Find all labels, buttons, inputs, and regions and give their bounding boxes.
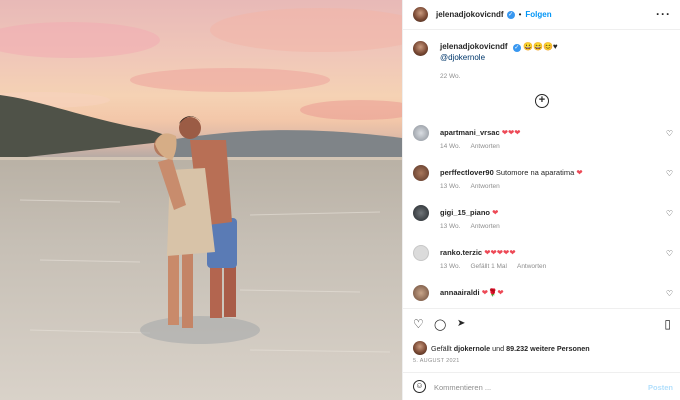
- verified-badge-icon: ✓: [506, 10, 515, 19]
- comment-time[interactable]: 13 Wo.: [440, 183, 460, 190]
- reply-button[interactable]: Antworten: [470, 143, 499, 150]
- likes-prefix: Gefällt: [431, 343, 452, 353]
- post-date[interactable]: 5. AUGUST 2021: [413, 358, 460, 364]
- post-caption: jelenadjokovicndf ✓ 😀😄😊♥ @djokernole: [413, 41, 558, 63]
- comment-like-icon[interactable]: ♡: [666, 169, 673, 178]
- follow-button[interactable]: Folgen: [525, 10, 551, 19]
- comment-like-icon[interactable]: ♡: [666, 129, 673, 138]
- author-avatar[interactable]: [413, 7, 428, 22]
- commenter-avatar[interactable]: [413, 285, 429, 301]
- comment-hearts: ❤❤❤: [501, 128, 521, 137]
- commenter-avatar[interactable]: [413, 165, 429, 181]
- comment-time[interactable]: 13 Wo.: [440, 263, 460, 270]
- comment-time[interactable]: 14 Wo.: [440, 143, 460, 150]
- comment-hearts: ❤🌹❤: [481, 288, 504, 297]
- comment-username[interactable]: perffectlover90: [440, 168, 494, 177]
- reply-button[interactable]: Antworten: [470, 183, 499, 190]
- commenter-avatar[interactable]: [413, 245, 429, 261]
- comment-like-icon[interactable]: ♡: [666, 289, 673, 298]
- comment-hearts: ❤: [576, 168, 583, 177]
- comment-hearts: ❤❤❤❤❤: [484, 248, 516, 257]
- comment-hearts: ❤: [492, 208, 499, 217]
- author-username[interactable]: jelenadjokovicndf: [436, 10, 504, 19]
- caption-time[interactable]: 22 Wo.: [440, 73, 460, 80]
- caption-emojis: 😀😄😊♥: [523, 42, 558, 51]
- caption-mention-link[interactable]: @djokernole: [440, 53, 485, 62]
- likes-middle: und: [492, 343, 505, 353]
- comment-item: gigi_15_piano ❤ 13 Wo. Antworten ♡: [413, 205, 675, 241]
- more-options-icon[interactable]: ···: [656, 7, 671, 21]
- caption-avatar[interactable]: [413, 41, 428, 56]
- beach-couple-photo: [0, 8, 402, 400]
- liker-avatar[interactable]: [413, 341, 427, 355]
- share-icon[interactable]: ➤: [457, 318, 465, 329]
- separator-dot: •: [518, 10, 522, 19]
- likes-count-link[interactable]: 89.232 weitere Personen: [506, 344, 590, 353]
- post-header: jelenadjokovicndf ✓ • Folgen ···: [403, 0, 680, 30]
- post-comment-button[interactable]: Posten: [648, 383, 673, 392]
- caption-verified-icon: ✓: [512, 44, 521, 52]
- comment-username[interactable]: gigi_15_piano: [440, 208, 490, 217]
- comment-item: perffectlover90 Sutomore na aparatima ❤ …: [413, 165, 675, 201]
- caption-username[interactable]: jelenadjokovicndf: [440, 42, 508, 51]
- comment-username[interactable]: ranko.terzic: [440, 248, 482, 257]
- post-actions: ♡ ◯ ➤ ▯ Gefällt djokernole und 89.232 we…: [403, 308, 680, 370]
- comment-item: ranko.terzic ❤❤❤❤❤ 13 Wo. Gefällt 1 Mal An…: [413, 245, 675, 281]
- post-side-panel: jelenadjokovicndf ✓ • Folgen ··· jelenad…: [402, 0, 680, 400]
- comment-username[interactable]: annaairaldi: [440, 288, 480, 297]
- comment-icon[interactable]: ◯: [434, 318, 446, 331]
- post-photo[interactable]: [0, 0, 402, 400]
- comment-item: apartmani_vrsac ❤❤❤ 14 Wo. Antworten ♡: [413, 125, 675, 161]
- comment-input[interactable]: Kommentieren ...: [434, 383, 491, 392]
- comment-time[interactable]: 13 Wo.: [440, 223, 460, 230]
- comment-likes-count[interactable]: Gefällt 1 Mal: [470, 263, 507, 270]
- reply-button[interactable]: Antworten: [470, 223, 499, 230]
- save-icon[interactable]: ▯: [664, 317, 671, 331]
- likes-summary: Gefällt djokernole und 89.232 weitere Pe…: [413, 341, 590, 355]
- reply-button[interactable]: Antworten: [517, 263, 546, 270]
- emoji-picker-icon[interactable]: ☺: [413, 380, 426, 393]
- liker-username[interactable]: djokernole: [454, 344, 490, 353]
- commenter-avatar[interactable]: [413, 205, 429, 221]
- commenter-avatar[interactable]: [413, 125, 429, 141]
- comment-username[interactable]: apartmani_vrsac: [440, 128, 500, 137]
- add-comment-bar: ☺ Kommentieren ... Posten: [403, 372, 680, 400]
- like-icon[interactable]: ♡: [413, 317, 424, 331]
- comment-text: Sutomore na aparatima: [495, 168, 575, 177]
- load-more-comments-icon[interactable]: +: [535, 94, 549, 108]
- comment-like-icon[interactable]: ♡: [666, 209, 673, 218]
- comment-like-icon[interactable]: ♡: [666, 249, 673, 258]
